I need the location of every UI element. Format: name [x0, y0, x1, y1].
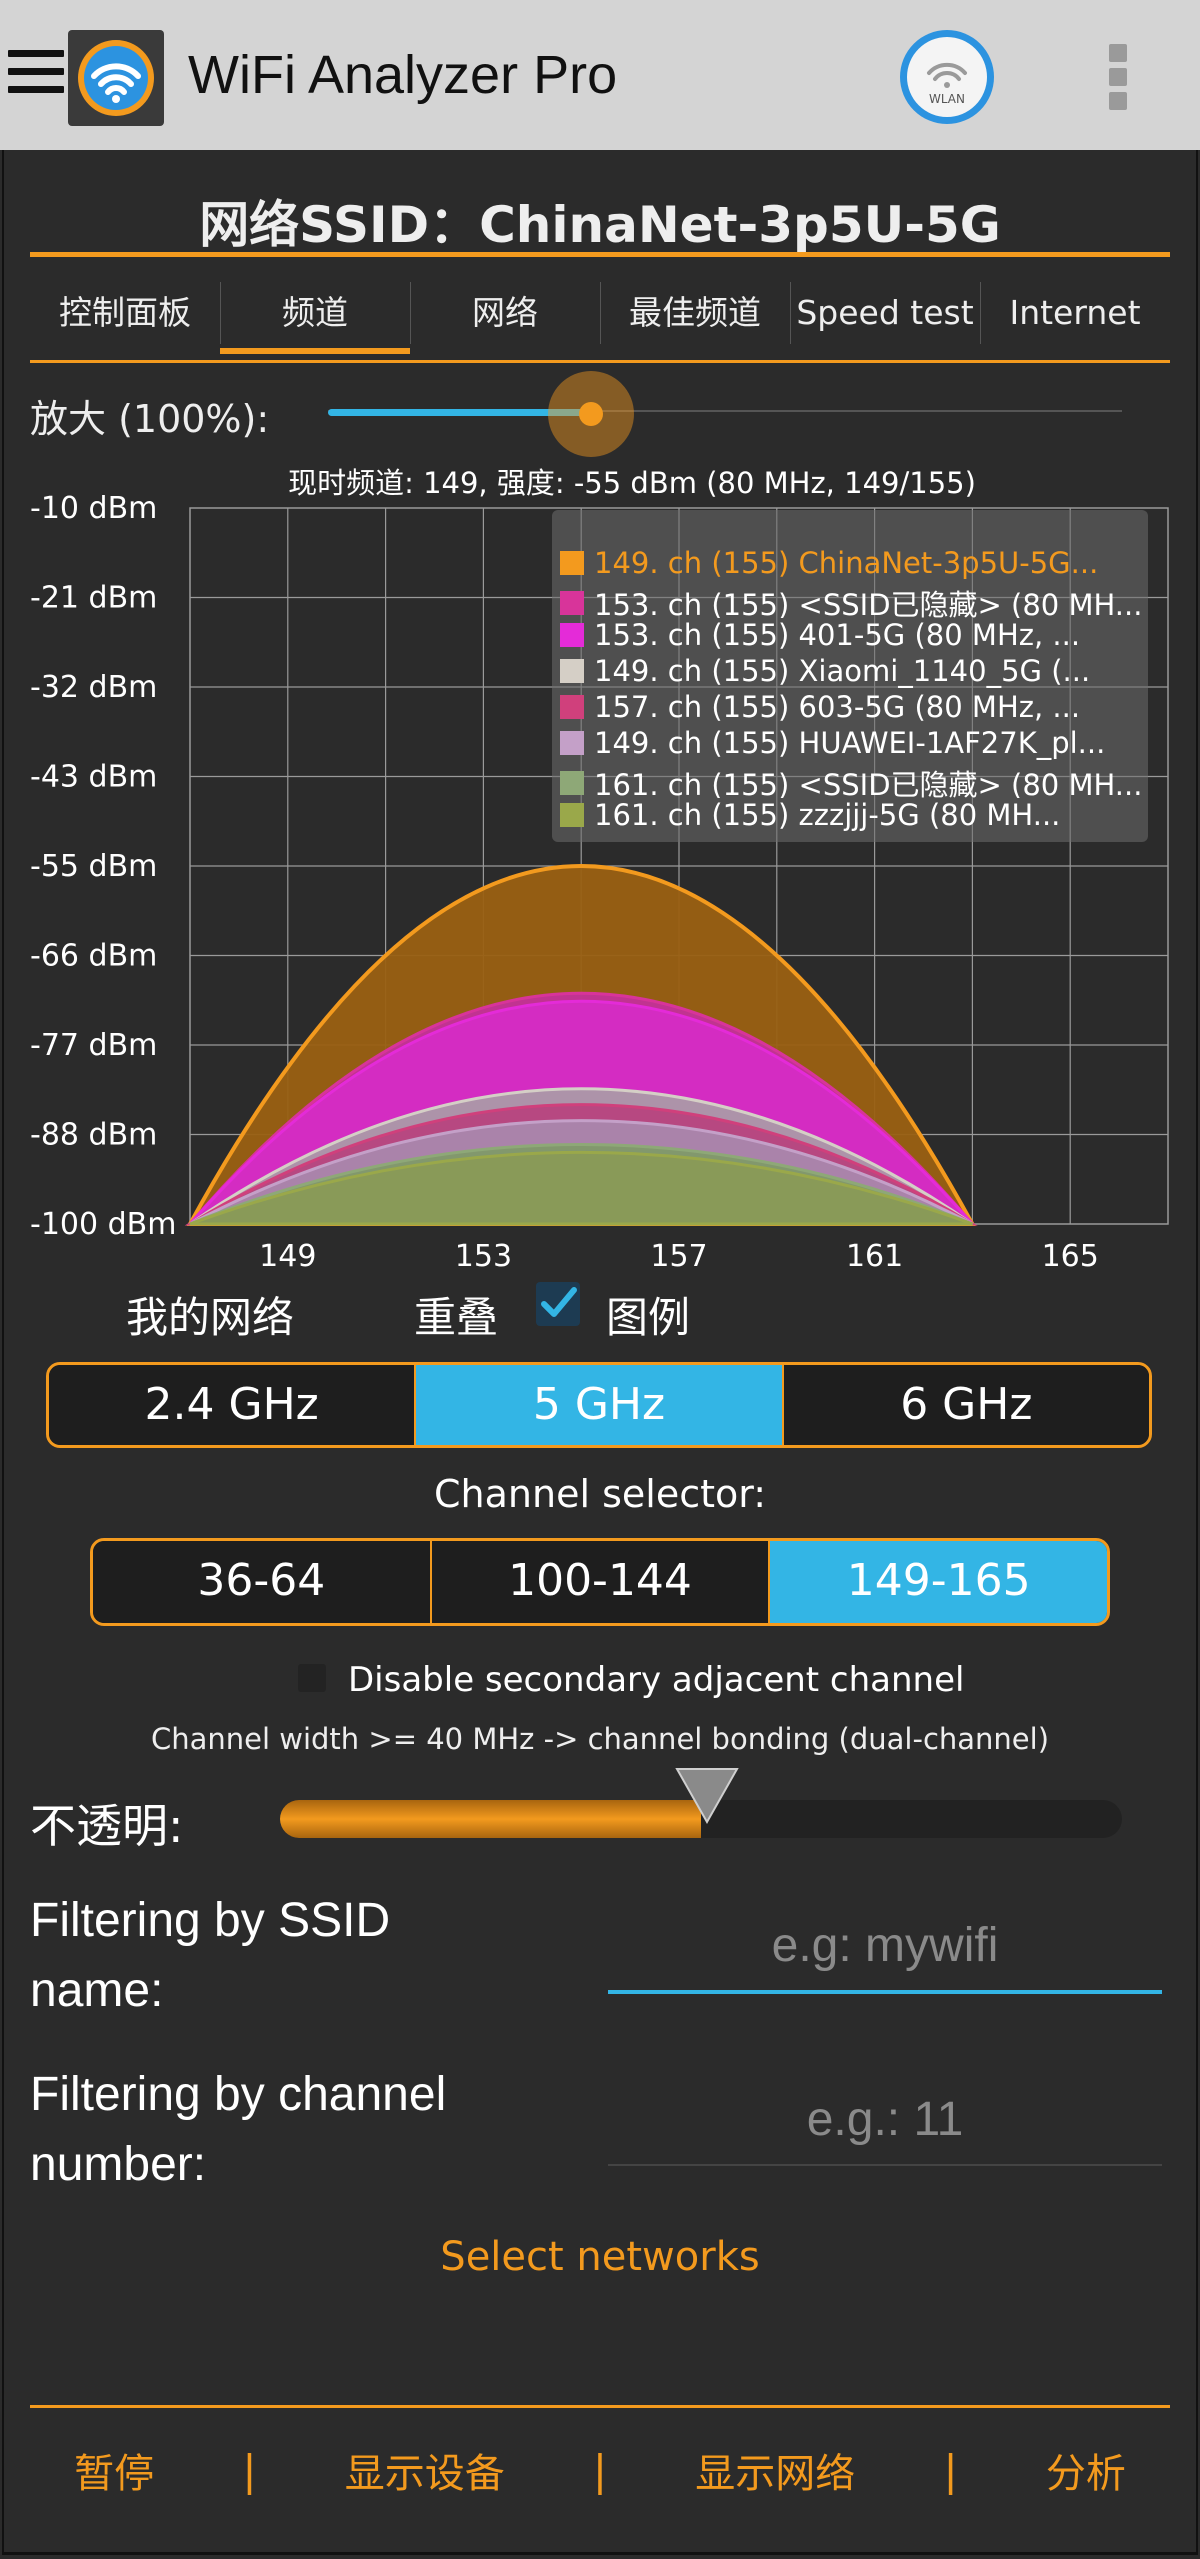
legend-label: 161. ch (155) zzzjjj-5G (80 MH... — [594, 798, 1061, 832]
tab-network[interactable]: 网络 — [410, 276, 600, 362]
legend-item: 149. ch (155) ChinaNet-3p5U-5G... — [560, 546, 1142, 582]
wlan-button[interactable]: WLAN — [900, 30, 994, 124]
y-tick-label: -55 dBm — [30, 849, 157, 884]
menu-icon[interactable] — [8, 50, 64, 100]
y-axis: -10 dBm -21 dBm -32 dBm -43 dBm -55 dBm -66 d… — [30, 491, 176, 1242]
channel-range-149-165[interactable]: 149-165 — [768, 1541, 1107, 1623]
x-tick-label: 157 — [650, 1239, 707, 1274]
channel-selector: 36-64 100-144 149-165 — [90, 1538, 1110, 1626]
channel-filter-label-text: Filtering by channel number: — [30, 2068, 447, 2191]
x-tick-label: 153 — [455, 1239, 512, 1274]
show-devices-button[interactable]: 显示设备 — [345, 2441, 505, 2499]
ssid-filter-label-text: Filtering by SSID name: — [30, 1894, 391, 2017]
channel-range-36-64[interactable]: 36-64 — [93, 1541, 430, 1623]
y-tick-label: -66 dBm — [30, 939, 157, 974]
overlap-toggle[interactable]: 重叠 — [414, 1284, 498, 1345]
tab-internet[interactable]: Internet — [980, 276, 1170, 362]
x-axis: 149 153 157 161 165 — [259, 1239, 1099, 1274]
disable-secondary-label: Disable secondary adjacent channel — [348, 1660, 965, 1700]
overflow-menu-icon[interactable] — [1106, 44, 1130, 110]
legend-swatch — [560, 731, 584, 755]
legend-label: 149. ch (155) Xiaomi_1140_5G (... — [594, 654, 1091, 688]
legend-item: 157. ch (155) 603-5G (80 MHz, ... — [560, 690, 1142, 726]
ssid-title: 网络SSID：ChinaNet-3p5U-5G — [199, 196, 1001, 254]
legend-item: 149. ch (155) HUAWEI-1AF27K_pl... — [560, 726, 1142, 762]
legend-swatch — [560, 551, 584, 575]
tab-bar: 控制面板 频道 网络 最佳频道 Speed test Internet — [30, 276, 1170, 362]
channel-selector-label: Channel selector: — [434, 1472, 766, 1516]
legend-label: 149. ch (155) ChinaNet-3p5U-5G... — [594, 546, 1099, 580]
opacity-slider-thumb[interactable] — [672, 1764, 742, 1834]
x-tick-label: 165 — [1042, 1239, 1099, 1274]
band-6ghz[interactable]: 6 GHz — [781, 1365, 1149, 1445]
chart-legend: 149. ch (155) ChinaNet-3p5U-5G... 153. ch… — [552, 510, 1148, 842]
chart-title: 现时频道: 149, 强度: -55 dBm (80 MHz, 149/155) — [288, 466, 976, 500]
band-5ghz[interactable]: 5 GHz — [414, 1365, 782, 1445]
y-tick-label: -43 dBm — [30, 760, 157, 795]
separator: | — [592, 2445, 608, 2495]
bottom-bar: 暂停 | 显示设备 | 显示网络 | 分析 — [30, 2430, 1170, 2510]
wlan-icon: WLAN — [907, 37, 987, 117]
band-selector: 2.4 GHz 5 GHz 6 GHz — [46, 1362, 1152, 1448]
disable-secondary-checkbox[interactable] — [298, 1664, 326, 1692]
divider — [30, 360, 1170, 363]
y-tick-label: -88 dBm — [30, 1118, 157, 1153]
legend-swatch — [560, 591, 584, 615]
app-logo — [68, 30, 164, 126]
ssid-filter-label: Filtering by SSID name: — [30, 1886, 500, 2026]
band-2-4ghz[interactable]: 2.4 GHz — [49, 1365, 415, 1445]
show-networks-button[interactable]: 显示网络 — [695, 2441, 855, 2499]
legend-item: 153. ch (155) 401-5G (80 MHz, ... — [560, 618, 1142, 654]
legend-label: 157. ch (155) 603-5G (80 MHz, ... — [594, 690, 1081, 724]
wlan-label: WLAN — [929, 92, 965, 106]
channel-filter-input[interactable] — [608, 2074, 1162, 2166]
y-tick-label: -100 dBm — [30, 1207, 176, 1242]
legend-swatch — [560, 803, 584, 827]
divider — [30, 252, 1170, 257]
legend-swatch — [560, 623, 584, 647]
y-tick-label: -32 dBm — [30, 670, 157, 705]
legend-swatch — [560, 771, 584, 795]
legend-swatch — [560, 659, 584, 683]
wifi-logo-icon — [78, 40, 154, 116]
opacity-slider-fill — [280, 1800, 701, 1838]
channel-filter-label: Filtering by channel number: — [30, 2060, 570, 2200]
select-networks-link[interactable]: Select networks — [0, 2234, 1200, 2280]
x-tick-label: 149 — [259, 1239, 316, 1274]
ssid-filter-input[interactable] — [608, 1900, 1162, 1994]
separator: | — [943, 2445, 958, 2495]
zoom-label: 放大 (100%): — [30, 397, 270, 441]
bonding-note: Channel width >= 40 MHz -> channel bondi… — [150, 1722, 1050, 1756]
y-tick-label: -21 dBm — [30, 581, 157, 616]
analyze-button[interactable]: 分析 — [1046, 2441, 1126, 2499]
legend-label: 161. ch (155) <SSID已隐藏> (80 MH... — [594, 768, 1142, 798]
tab-best-channel[interactable]: 最佳频道 — [600, 276, 790, 362]
legend-item: 161. ch (155) <SSID已隐藏> (80 MH... — [560, 762, 1142, 798]
divider — [30, 2405, 1170, 2408]
opacity-label: 不透明: — [30, 1799, 184, 1853]
tab-channel[interactable]: 频道 — [220, 276, 410, 362]
legend-checkbox[interactable] — [536, 1282, 580, 1326]
separator: | — [242, 2445, 257, 2495]
legend-label: 图例 — [606, 1293, 691, 1342]
tab-speed-test[interactable]: Speed test — [790, 276, 980, 362]
zoom-slider-thumb-core — [579, 402, 603, 426]
my-networks-toggle[interactable]: 我的网络 — [126, 1284, 294, 1345]
y-tick-label: -77 dBm — [30, 1028, 157, 1063]
legend-label: 153. ch (155) <SSID已隐藏> (80 MH... — [594, 588, 1142, 618]
legend-item: 149. ch (155) Xiaomi_1140_5G (... — [560, 654, 1142, 690]
y-tick-label: -10 dBm — [30, 491, 157, 526]
x-tick-label: 161 — [846, 1239, 903, 1274]
pause-button[interactable]: 暂停 — [74, 2441, 154, 2499]
app-title: WiFi Analyzer Pro — [188, 45, 618, 105]
channel-range-100-144[interactable]: 100-144 — [429, 1541, 769, 1623]
legend-swatch — [560, 695, 584, 719]
checkmark-icon — [541, 1287, 577, 1317]
chart-series — [184, 864, 978, 1226]
legend-label: 153. ch (155) 401-5G (80 MHz, ... — [594, 618, 1081, 652]
legend-item: 161. ch (155) zzzjjj-5G (80 MH... — [560, 798, 1142, 834]
legend-item: 153. ch (155) <SSID已隐藏> (80 MH... — [560, 582, 1142, 618]
tab-dashboard[interactable]: 控制面板 — [30, 276, 220, 362]
legend-label: 149. ch (155) HUAWEI-1AF27K_pl... — [594, 726, 1106, 760]
